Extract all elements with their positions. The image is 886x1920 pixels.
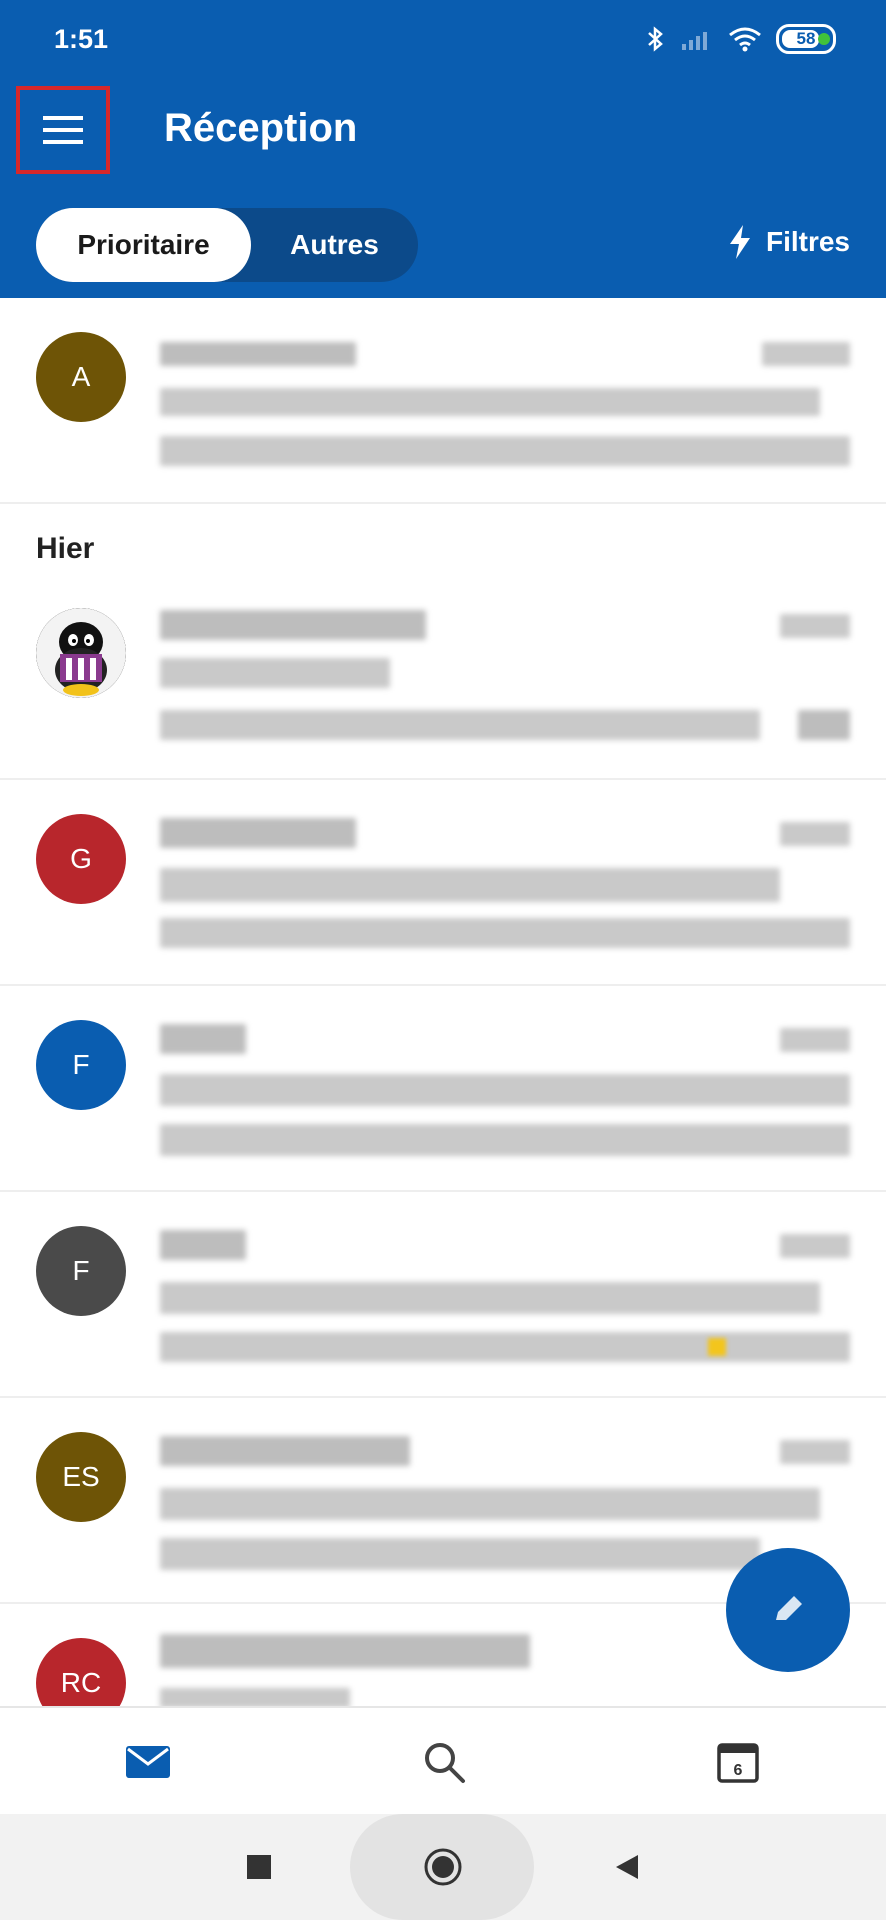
preview-redacted (160, 436, 850, 466)
filters-label: Filtres (765, 226, 850, 257)
preview-redacted (160, 1124, 850, 1156)
email-list: A Hier G F F ES RC (0, 298, 886, 1706)
subject-redacted (160, 1282, 820, 1314)
preview-redacted (160, 710, 760, 740)
avatar (36, 608, 126, 698)
avatar: G (36, 814, 126, 904)
hamburger-icon (43, 116, 83, 144)
avatar-initials: F (72, 1049, 90, 1080)
back-triangle-icon (616, 1855, 638, 1879)
email-row[interactable]: A (0, 298, 886, 504)
date-redacted (780, 1028, 850, 1052)
preview-redacted (160, 1332, 850, 1362)
tab-focused[interactable]: Prioritaire (36, 208, 251, 282)
square-icon (247, 1855, 271, 1879)
avatar-initials: F (72, 1255, 90, 1286)
date-redacted (780, 1234, 850, 1258)
avatar: ES (36, 1432, 126, 1522)
subject-redacted (160, 658, 390, 688)
bluetooth-icon (648, 26, 663, 52)
subject-redacted (160, 868, 780, 902)
subject-redacted (160, 1074, 850, 1106)
battery-level: 58 (796, 29, 816, 48)
avatar-initials: ES (62, 1461, 100, 1492)
email-row[interactable] (0, 574, 886, 780)
avatar: F (36, 1226, 126, 1316)
email-row[interactable]: F (0, 986, 886, 1192)
calendar-day: 6 (734, 1762, 743, 1779)
date-redacted (780, 822, 850, 846)
system-nav-bar (0, 1814, 886, 1920)
sender-redacted (160, 1024, 246, 1054)
avatar-initials: A (71, 361, 91, 392)
subject-redacted (160, 1688, 350, 1706)
status-bar: 1:51 58 (0, 0, 886, 80)
sender-redacted (160, 1436, 410, 1466)
penguin-avatar-icon (36, 608, 126, 698)
subject-redacted (160, 388, 820, 416)
tab-calendar[interactable]: 6 (708, 1734, 768, 1790)
avatar: F (36, 1020, 126, 1110)
wifi-icon (729, 27, 761, 52)
status-icons: 58 (646, 24, 836, 54)
recents-button[interactable] (236, 1844, 282, 1890)
home-button[interactable] (420, 1844, 466, 1890)
subject-redacted (160, 1488, 820, 1520)
battery-icon: 58 (776, 24, 836, 54)
emoji-redacted (708, 1338, 726, 1356)
search-icon (425, 1743, 465, 1783)
avatar-initials: G (70, 843, 92, 874)
status-time: 1:51 (54, 24, 109, 54)
tab-search[interactable] (414, 1734, 474, 1790)
compose-button[interactable] (726, 1548, 850, 1672)
email-row[interactable]: F (0, 1192, 886, 1398)
date-redacted (762, 342, 850, 366)
calendar-icon: 6 (717, 1743, 759, 1783)
avatar: RC (36, 1638, 126, 1706)
compose-icon (776, 1596, 802, 1620)
avatar: A (36, 332, 126, 422)
sender-redacted (160, 342, 356, 366)
sender-redacted (160, 818, 356, 848)
email-row[interactable]: G (0, 780, 886, 986)
attachment-redacted (798, 710, 850, 740)
filters-button[interactable]: Filtres (728, 224, 850, 260)
app-header: 1:51 58 Réception Prioritaire Autres Fil… (0, 0, 886, 298)
bottom-tab-bar: 6 (0, 1706, 886, 1814)
signal-icon (682, 32, 707, 50)
tab-other[interactable]: Autres (251, 208, 418, 282)
section-header-yesterday: Hier (36, 532, 95, 565)
avatar-initials: RC (60, 1667, 102, 1698)
back-button[interactable] (604, 1844, 650, 1890)
circle-icon (424, 1848, 462, 1886)
menu-button[interactable] (16, 86, 110, 174)
mail-icon (126, 1746, 170, 1778)
lightning-icon (729, 225, 750, 259)
date-redacted (780, 1440, 850, 1464)
date-redacted (780, 614, 850, 638)
page-title: Réception (164, 106, 358, 150)
sender-redacted (160, 1230, 246, 1260)
tab-mail[interactable] (118, 1734, 178, 1790)
preview-redacted (160, 918, 850, 948)
preview-redacted (160, 1538, 760, 1570)
inbox-segment-control: Prioritaire Autres (36, 208, 418, 282)
sender-redacted (160, 610, 426, 640)
sender-redacted (160, 1634, 530, 1668)
